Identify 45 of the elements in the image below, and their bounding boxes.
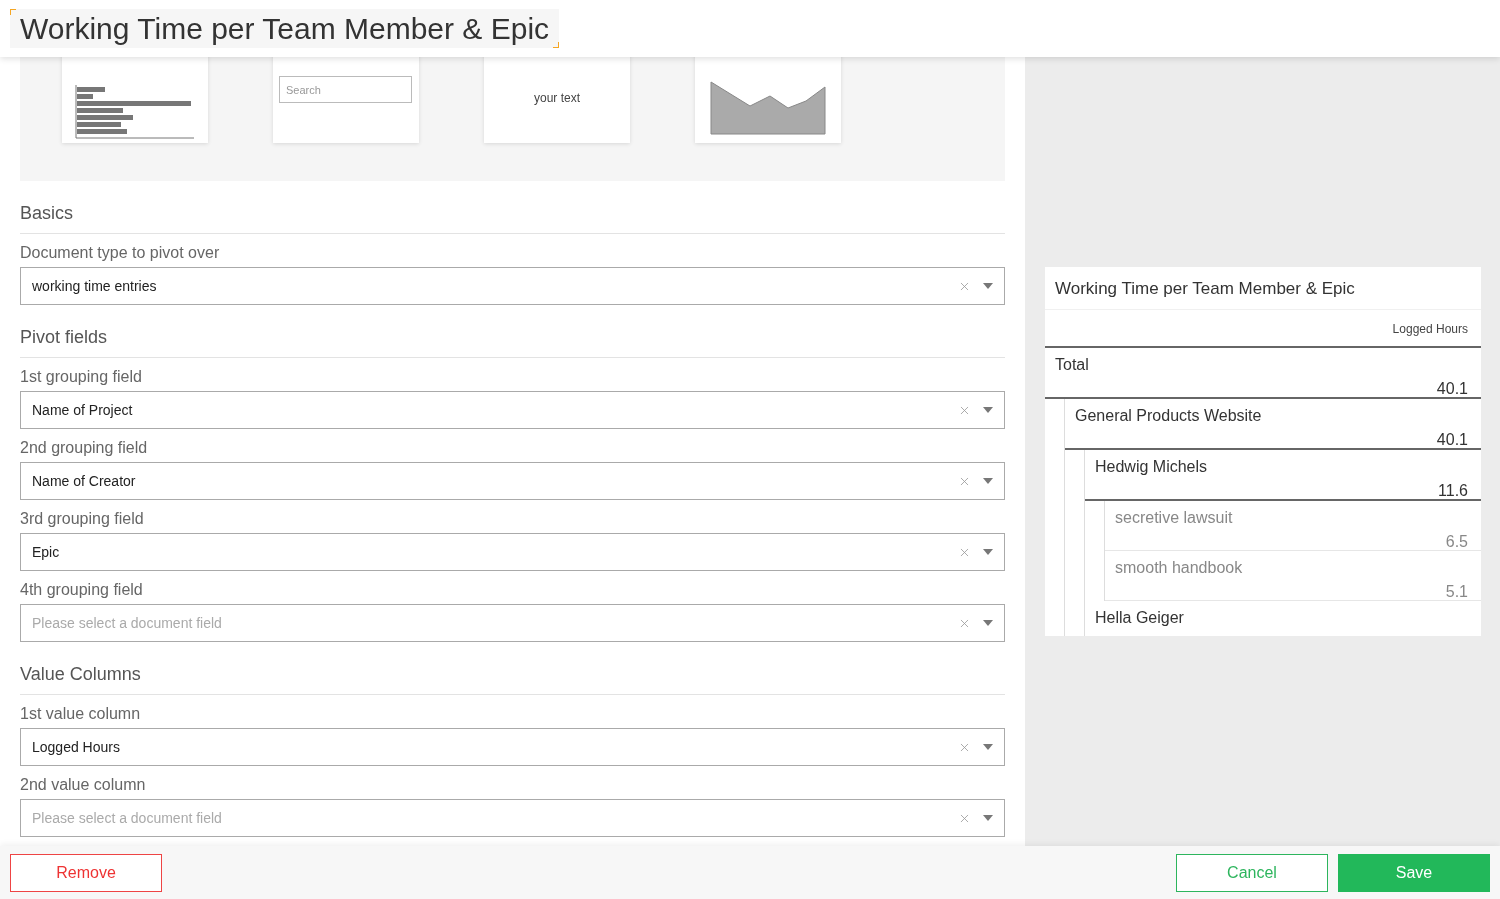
area-chart-icon — [710, 81, 826, 135]
column-header: Logged Hours — [1392, 321, 1468, 336]
caret-icon[interactable] — [983, 744, 993, 750]
row-value: 40.1 — [1436, 378, 1468, 399]
row-label: Hella Geiger — [1094, 607, 1185, 628]
select-field[interactable]: Name of Creator — [20, 462, 1005, 500]
field-label: 3rd grouping field — [20, 509, 145, 529]
row-value: 40.1 — [1436, 429, 1468, 450]
caret-icon[interactable] — [983, 620, 993, 626]
remove-button[interactable]: Remove — [10, 853, 162, 892]
row-value: 6.5 — [1445, 531, 1468, 552]
widget-card[interactable] — [62, 57, 208, 143]
section-heading: Value Columns — [20, 661, 1005, 695]
row-value: 11.6 — [1438, 480, 1468, 501]
widget-card[interactable] — [695, 57, 841, 143]
row-label: General Products Website — [1074, 405, 1263, 426]
section-heading: Pivot fields — [20, 324, 1005, 358]
row-label: secretive lawsuit — [1114, 507, 1234, 528]
widget-card[interactable]: Search — [273, 57, 419, 143]
row-label: smooth handbook — [1114, 557, 1244, 578]
preview-title: Working Time per Team Member & Epic — [1045, 267, 1481, 310]
caret-icon[interactable] — [983, 283, 993, 289]
field-label: 2nd value column — [20, 775, 147, 795]
caret-icon[interactable] — [983, 478, 993, 484]
field-label: Document type to pivot over — [20, 243, 221, 263]
section-heading: Basics — [20, 200, 1005, 234]
caret-icon[interactable] — [983, 407, 993, 413]
select-field[interactable]: Name of Project — [20, 391, 1005, 429]
row-value: 5.1 — [1445, 581, 1468, 602]
caret-icon[interactable] — [983, 549, 993, 555]
field-label: 1st grouping field — [20, 367, 143, 387]
field-label: 2nd grouping field — [20, 438, 149, 458]
select-field[interactable]: Epic — [20, 533, 1005, 571]
title-field[interactable]: Working Time per Team Member & Epic — [10, 9, 560, 48]
select-field[interactable]: Logged Hours — [20, 728, 1005, 766]
caret-icon[interactable] — [983, 815, 993, 821]
spacer-text: your text — [533, 90, 581, 107]
field-label: 4th grouping field — [20, 580, 144, 600]
field-label: 1st value column — [20, 704, 142, 724]
row-label: Hedwig Michels — [1094, 456, 1209, 477]
widget-card[interactable]: your text — [484, 57, 630, 143]
row-label: Total — [1054, 354, 1090, 375]
select-field[interactable]: working time entries — [20, 267, 1005, 305]
search-field[interactable]: Search — [279, 76, 412, 103]
bar-chart-icon — [74, 83, 196, 139]
